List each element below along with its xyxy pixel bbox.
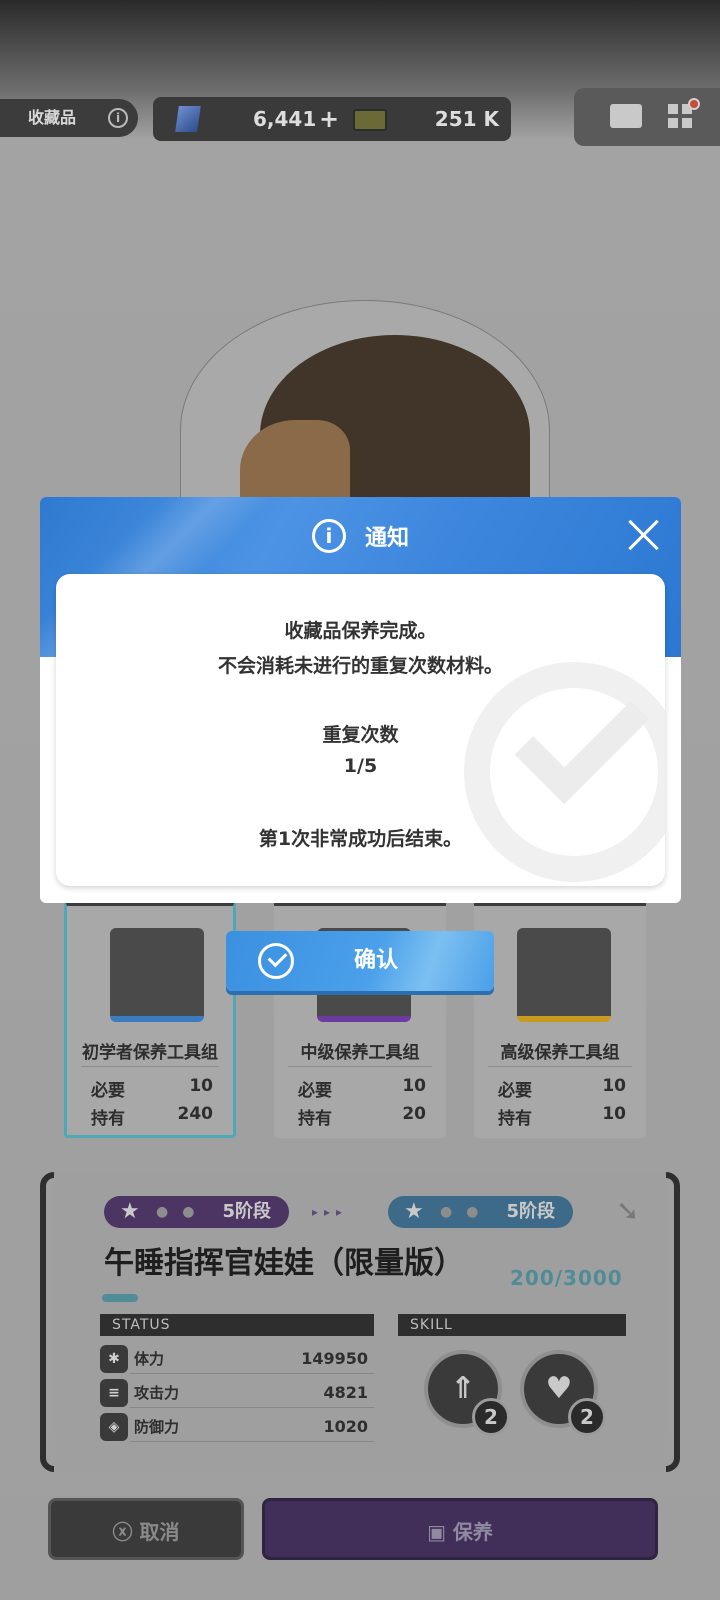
credit-count: 251 K	[434, 107, 499, 131]
required-value: 10	[602, 1076, 626, 1096]
dialog-title-row: i 通知	[40, 519, 681, 555]
divider	[288, 1066, 432, 1067]
gem-count: 6,441	[253, 107, 317, 131]
toolkit-name: 初学者保养工具组	[82, 1043, 218, 1063]
required-label: 必要	[298, 1081, 332, 1101]
owned-row: 持有 10	[498, 1104, 626, 1129]
cancel-label: 取消	[139, 1520, 180, 1544]
toolkit-name: 中级保养工具组	[300, 1043, 420, 1063]
calendar-icon: ▣	[427, 1520, 453, 1544]
stat-name: 防御力	[134, 1418, 180, 1436]
collectible-info-panel: ★ ●● 5阶段 ▸▸▸ ★ ●● 5阶段 ➘ 午睡指挥官娃娃（限量版） 200…	[40, 1172, 680, 1472]
stat-underline	[130, 1373, 374, 1374]
divider	[81, 1066, 219, 1067]
skill-level-badge: 2	[568, 1398, 606, 1436]
toolkit-box-icon	[110, 928, 204, 1022]
resource-bar: 6,441 + 251 K	[153, 97, 511, 141]
stat-underline	[130, 1407, 374, 1408]
owned-row: 持有 240	[91, 1104, 213, 1129]
stat-value: 149950	[301, 1349, 368, 1368]
cancel-button[interactable]: ⓧ 取消	[48, 1498, 244, 1560]
owned-label: 持有	[498, 1109, 532, 1129]
owned-value: 10	[602, 1104, 626, 1124]
rocket-icon: ⇑	[450, 1371, 476, 1406]
gem-icon	[175, 106, 201, 132]
heart-plus-icon: ♥	[545, 1371, 573, 1406]
repeat-count-label: 重复次数	[322, 724, 399, 746]
toolkit-card-advanced[interactable]: 高级保养工具组 必要 10 持有 10	[474, 900, 646, 1138]
collectible-illustration	[180, 300, 550, 560]
top-right-menu	[574, 88, 720, 146]
required-row: 必要 10	[91, 1076, 213, 1101]
required-label: 必要	[91, 1081, 125, 1101]
stat-name: 体力	[134, 1350, 165, 1368]
collection-title: 收藏品	[28, 108, 77, 127]
next-stage-label: 5阶段	[506, 1201, 555, 1222]
add-gem-button[interactable]: +	[319, 97, 339, 141]
star-icon: ★	[120, 1199, 140, 1224]
dialog-title: 通知	[365, 526, 410, 551]
stage-arrows-icon: ▸▸▸	[312, 1205, 349, 1219]
stat-value: 1020	[323, 1417, 368, 1436]
confirm-button[interactable]: 确认	[226, 931, 494, 991]
top-bar: 收藏品 i 6,441 + 251 K	[0, 88, 720, 146]
notification-dot	[688, 98, 700, 110]
result-message: 第1次非常成功后结束。	[258, 828, 463, 850]
diagonal-arrow-icon: ➘	[616, 1194, 640, 1227]
divider	[488, 1066, 632, 1067]
info-circle-icon: i	[311, 519, 346, 553]
maintain-button[interactable]: ▣ 保养	[262, 1498, 658, 1560]
skill-level-badge: 2	[472, 1398, 510, 1436]
stat-row-defense: ◈ 防御力 1020	[100, 1412, 374, 1442]
toolkit-box-icon	[517, 928, 611, 1022]
stage-dots: ●●	[440, 1204, 493, 1220]
toolkit-name: 高级保养工具组	[500, 1043, 620, 1063]
defense-icon: ◈	[100, 1413, 128, 1441]
skill-header: SKILL	[398, 1314, 626, 1336]
xp-progress-bar	[102, 1294, 138, 1302]
maintain-label: 保养	[452, 1520, 493, 1544]
owned-value: 20	[402, 1104, 426, 1124]
toolkit-card-beginner[interactable]: 初学者保养工具组 必要 10 持有 240	[64, 900, 236, 1138]
stage-dots: ●●	[156, 1204, 209, 1220]
stat-value: 4821	[323, 1383, 368, 1402]
required-value: 10	[189, 1076, 213, 1096]
attack-icon: ≡	[100, 1379, 128, 1407]
collection-tab-label: 收藏品 i	[0, 99, 138, 137]
repeat-count-value: 1/5	[343, 755, 378, 777]
required-value: 10	[402, 1076, 426, 1096]
stat-row-attack: ≡ 攻击力 4821	[100, 1378, 374, 1408]
collectible-name: 午睡指挥官娃娃（限量版）	[104, 1246, 464, 1281]
mail-icon[interactable]	[610, 104, 642, 128]
stat-row-hp: ✱ 体力 149950	[100, 1344, 374, 1374]
confirm-label: 确认	[353, 948, 398, 973]
current-stage-label: 5阶段	[222, 1201, 271, 1222]
status-header: STATUS	[100, 1314, 374, 1336]
skill-button-boost[interactable]: ⇑ 2	[424, 1350, 510, 1436]
owned-label: 持有	[298, 1109, 332, 1129]
owned-value: 240	[177, 1104, 214, 1124]
close-circle-icon: ⓧ	[112, 1520, 140, 1544]
xp-progress-text: 200/3000	[510, 1266, 623, 1290]
required-label: 必要	[498, 1081, 532, 1101]
required-row: 必要 10	[498, 1076, 626, 1101]
current-stage-badge: ★ ●● 5阶段	[104, 1196, 289, 1228]
star-icon: ★	[404, 1199, 424, 1224]
message-line-2: 不会消耗未进行的重复次数材料。	[217, 655, 503, 677]
message-card: 收藏品保养完成。 不会消耗未进行的重复次数材料。 重复次数 1/5 第1次非常成…	[56, 574, 665, 886]
stat-underline	[130, 1441, 374, 1442]
stat-name: 攻击力	[134, 1384, 180, 1402]
close-icon[interactable]	[627, 519, 659, 551]
skill-button-heal[interactable]: ♥ 2	[520, 1350, 606, 1436]
required-row: 必要 10	[298, 1076, 426, 1101]
info-icon[interactable]: i	[108, 108, 128, 128]
owned-label: 持有	[91, 1109, 125, 1129]
credit-chip-icon	[353, 109, 387, 131]
notification-dialog: i 通知 收藏品保养完成。 不会消耗未进行的重复次数材料。 重复次数 1/5 第…	[40, 497, 681, 903]
panel-body: ★ ●● 5阶段 ▸▸▸ ★ ●● 5阶段 ➘ 午睡指挥官娃娃（限量版） 200…	[54, 1172, 666, 1472]
hp-icon: ✱	[100, 1345, 128, 1373]
owned-row: 持有 20	[298, 1104, 426, 1129]
next-stage-badge: ★ ●● 5阶段	[388, 1196, 573, 1228]
message-line-1: 收藏品保养完成。	[284, 620, 437, 642]
